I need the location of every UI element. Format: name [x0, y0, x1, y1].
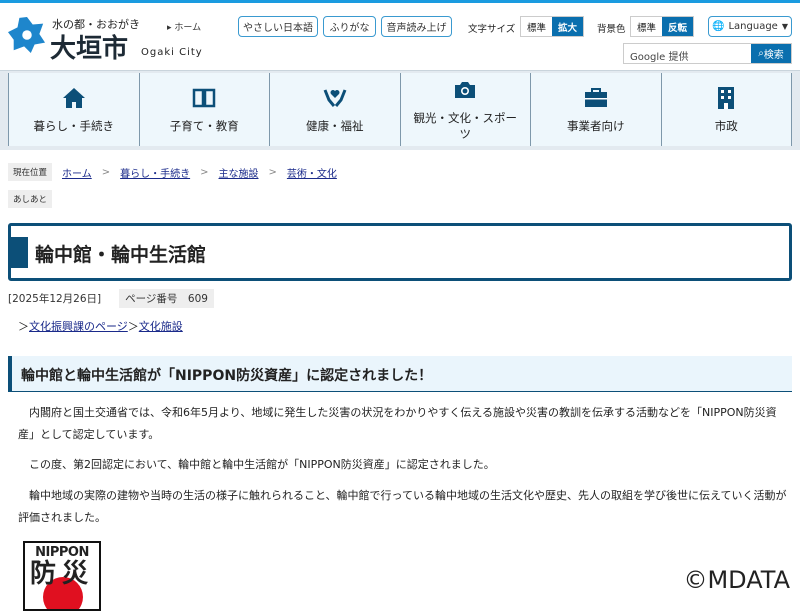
nippon-bousai-logo: NIPPON 防災 — [23, 541, 101, 611]
nav-cityhall[interactable]: 市政 — [660, 73, 792, 146]
chevron-down-icon: ▼ — [781, 22, 788, 31]
page-title: 輪中館・輪中生活館 — [35, 244, 207, 266]
easy-japanese-button[interactable]: やさしい日本語 — [238, 16, 318, 37]
building-icon — [718, 86, 735, 109]
read-aloud-button[interactable]: 音声読み上げ — [381, 16, 452, 37]
city-name[interactable]: 大垣市 — [50, 28, 128, 65]
book-icon — [193, 88, 216, 107]
home-link[interactable]: ▸ ホーム — [167, 20, 201, 33]
breadcrumb-living[interactable]: 暮らし・手続き — [120, 165, 190, 180]
nav-label: 観光・文化・スポーツ — [413, 110, 518, 141]
bg-color-label: 背景色 — [597, 24, 626, 35]
breadcrumb-label: 現在位置 — [8, 163, 53, 181]
page-title-box: 輪中館・輪中生活館 — [8, 223, 792, 281]
page-meta: [2025年12月26日] ページ番号 609 — [8, 289, 214, 308]
camera-icon — [455, 81, 476, 98]
logo-text: NIPPON — [35, 545, 89, 560]
breadcrumb-sep: > — [268, 166, 277, 178]
search-button-label: 検索 — [763, 50, 784, 61]
bg-color-toggle: 標準 反転 — [630, 16, 694, 37]
search-button[interactable]: ⌕ 検索 — [751, 44, 791, 63]
logo-kanji: 防災 — [29, 559, 94, 589]
language-label: Language — [728, 21, 778, 32]
breadcrumb-sep: > — [101, 166, 111, 178]
bg-invert-button[interactable]: 反転 — [662, 17, 693, 36]
bg-standard-button[interactable]: 標準 — [631, 17, 662, 36]
nav-label: 健康・福祉 — [306, 118, 364, 133]
breadcrumb-arts[interactable]: 芸術・文化 — [287, 165, 337, 180]
paragraph: 輪中地域の実際の建物や当時の生活の様子に触れられること、輪中館で行っている輪中地… — [18, 489, 787, 524]
watermark: ©MDATA — [683, 566, 790, 594]
paragraph: この度、第2回認定において、輪中館と輪中生活館が「NIPPON防災資産」に認定さ… — [29, 458, 495, 471]
font-size-label: 文字サイズ — [468, 24, 516, 35]
nav-business[interactable]: 事業者向け — [530, 73, 661, 146]
paragraph: 内閣府と国土交通省では、令和6年5月より、地域に発生した災害の状況をわかりやすく… — [18, 406, 777, 441]
nav-living[interactable]: 暮らし・手続き — [8, 73, 139, 146]
nav-education[interactable]: 子育て・教育 — [138, 73, 269, 146]
furigana-button[interactable]: ふりがな — [323, 16, 376, 37]
city-logo-icon[interactable] — [8, 15, 46, 55]
globe-icon: 🌐 — [712, 21, 725, 32]
main-nav: 暮らし・手続き 子育て・教育 健康・福祉 観光・文化・スポーツ 事業者向け 市政 — [0, 70, 800, 150]
nav-label: 市政 — [714, 118, 738, 133]
section-title: 輪中館と輪中生活館が「NIPPON防災資産」に認定されました！ — [21, 368, 433, 384]
nav-label: 子育て・教育 — [169, 118, 239, 133]
search-box: Google 提供 ⌕ 検索 — [623, 43, 792, 64]
breadcrumb-home[interactable]: ホーム — [62, 165, 92, 180]
breadcrumb: 現在位置 ホーム > 暮らし・手続き > 主な施設 > 芸術・文化 — [8, 163, 337, 181]
nav-label: 暮らし・手続き — [33, 118, 115, 133]
culture-facilities-link[interactable]: 文化施設 — [139, 320, 183, 333]
house-icon — [62, 87, 85, 108]
search-input[interactable]: Google 提供 — [624, 44, 751, 63]
language-select[interactable]: 🌐 Language ▼ — [708, 16, 792, 37]
section-heading: 輪中館と輪中生活館が「NIPPON防災資産」に認定されました！ — [8, 356, 792, 392]
nav-label: 事業者向け — [567, 118, 625, 133]
ashiato-label: あしあと — [8, 190, 53, 208]
city-name-en: Ogaki City — [141, 47, 203, 58]
related-links: ＞文化振興課のページ＞文化施設 — [18, 318, 183, 334]
ashiato: あしあと — [8, 190, 53, 208]
font-large-button[interactable]: 拡大 — [552, 17, 583, 36]
site-header: 水の都・おおがき 大垣市 Ogaki City ▸ ホーム やさしい日本語 ふり… — [0, 3, 800, 70]
culture-dept-link[interactable]: 文化振興課のページ — [29, 320, 128, 333]
title-accent — [11, 237, 28, 268]
home-link-label[interactable]: ホーム — [174, 23, 201, 33]
breadcrumb-facilities[interactable]: 主な施設 — [219, 165, 259, 180]
font-standard-button[interactable]: 標準 — [521, 17, 552, 36]
link-prefix: ＞ — [18, 320, 29, 333]
heart-hands-icon — [323, 88, 347, 107]
page-number: ページ番号 609 — [119, 289, 214, 308]
briefcase-icon — [584, 87, 607, 107]
font-size-toggle: 標準 拡大 — [520, 16, 584, 37]
breadcrumb-sep: > — [200, 166, 209, 178]
updated-date: [2025年12月26日] — [8, 293, 102, 305]
link-prefix: ＞ — [127, 320, 139, 333]
nav-health[interactable]: 健康・福祉 — [269, 73, 400, 146]
nav-tourism[interactable]: 観光・文化・スポーツ — [399, 73, 530, 146]
